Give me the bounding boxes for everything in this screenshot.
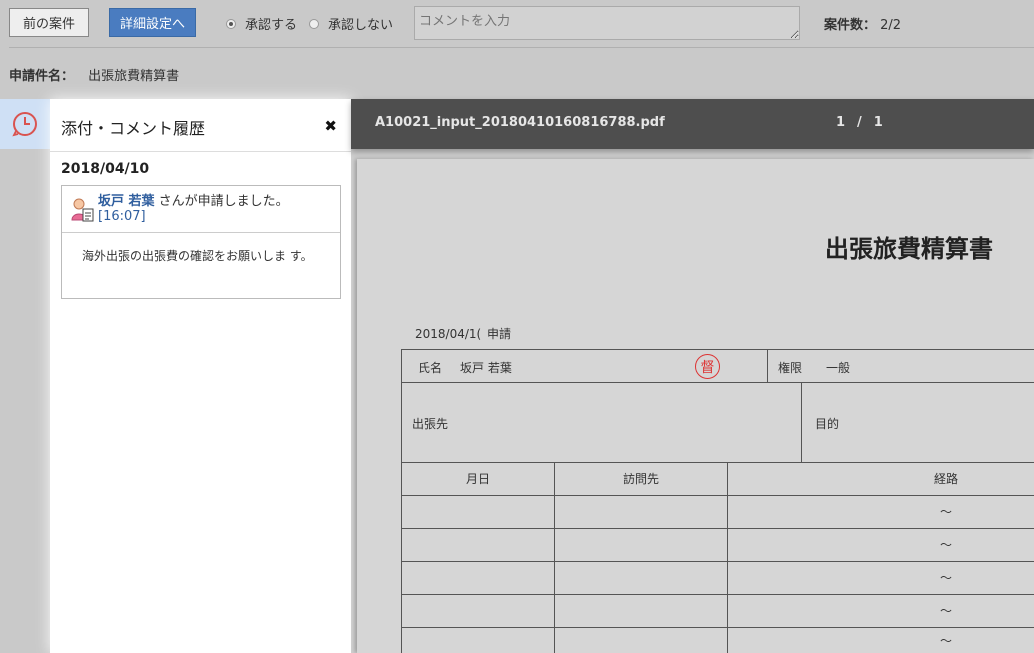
history-entry-time: [16:07] (98, 209, 146, 224)
document-date-value: 2018/04/1( (415, 327, 482, 341)
table-row (401, 528, 555, 562)
authority-label: 権限 (778, 361, 803, 375)
route-mark: ～ (940, 634, 953, 648)
page-indicator: 1 / 1 (830, 115, 889, 130)
history-date: 2018/04/10 (61, 161, 150, 177)
top-toolbar: 前の案件 詳細設定へ 承認する 承認しない 案件数： 2/2 (0, 0, 1034, 48)
page-current: 1 (836, 115, 846, 130)
purpose-cell: 目的 (801, 382, 1034, 463)
pdf-page: 出張旅費精算書 2018/04/1( 申請 氏名 坂戸 若葉 督 権限 一般 出… (357, 159, 1034, 653)
col-header-route: 経路 (727, 462, 1034, 496)
history-entry-user: 坂戸 若葉 さんが申請しました。 (98, 190, 289, 209)
document-date-suffix: 申請 (487, 327, 512, 341)
pdf-viewer: A10021_input_20180410160816788.pdf 1 / 1 出… (351, 99, 1034, 653)
table-row (401, 561, 555, 595)
history-panel: 添付・コメント履歴 ✖ 2018/04/10 坂戸 若葉 さんが申請しました。 … (50, 99, 351, 653)
history-panel-header: 添付・コメント履歴 ✖ (50, 99, 351, 152)
destination-label: 出張先 (412, 417, 449, 431)
pdf-viewer-toolbar: A10021_input_20180410160816788.pdf 1 / 1 (351, 99, 1034, 149)
table-row (554, 561, 728, 595)
route-mark: ～ (940, 571, 953, 585)
previous-case-button[interactable]: 前の案件 (9, 8, 89, 37)
col-header-route-label: 経路 (934, 472, 959, 486)
table-row (554, 495, 728, 529)
expense-form-table: 氏名 坂戸 若葉 督 権限 一般 出張先 目的 月日 訪問先 経路 ～ ～ ～ … (401, 349, 1034, 653)
reject-radio-label[interactable]: 承認しない (328, 14, 393, 33)
table-row: ～ (727, 495, 1034, 529)
reject-radio[interactable] (309, 18, 320, 29)
route-mark: ～ (940, 604, 953, 618)
table-row (554, 594, 728, 628)
col-header-date: 月日 (401, 462, 555, 496)
document-title: 出張旅費精算書 (825, 234, 993, 263)
route-mark: ～ (940, 505, 953, 519)
pdf-filename: A10021_input_20180410160816788.pdf (375, 115, 665, 130)
document-date: 2018/04/1( 申請 (413, 325, 511, 342)
history-tab[interactable] (0, 99, 50, 149)
table-row: ～ (727, 627, 1034, 653)
close-icon[interactable]: ✖ (324, 117, 337, 135)
application-title: 申請件名： 出張旅費精算書 (9, 65, 179, 84)
applicant-name-link[interactable]: 坂戸 若葉 (98, 194, 155, 209)
user-document-icon (71, 198, 94, 222)
table-row (401, 594, 555, 628)
history-panel-title: 添付・コメント履歴 (61, 119, 206, 138)
application-title-value: 出張旅費精算書 (88, 69, 180, 84)
toolbar-divider (9, 47, 1034, 48)
table-row: ～ (727, 594, 1034, 628)
approval-seal-icon: 督 (695, 354, 720, 379)
col-header-visit: 訪問先 (554, 462, 728, 496)
page-total: 1 (873, 115, 883, 130)
table-row: ～ (727, 528, 1034, 562)
approve-radio[interactable] (226, 18, 236, 29)
page-separator: / (857, 115, 862, 130)
case-count-label: 案件数： (824, 18, 877, 33)
purpose-label: 目的 (815, 417, 840, 431)
history-entry-action: さんが申請しました。 (158, 194, 289, 209)
name-label: 氏名 (418, 361, 443, 375)
name-value: 坂戸 若葉 (460, 361, 512, 375)
table-row (554, 528, 728, 562)
destination-cell: 出張先 (401, 382, 802, 463)
side-rail (0, 99, 50, 653)
comment-input[interactable] (414, 6, 800, 40)
table-row (401, 495, 555, 529)
table-row: ～ (727, 561, 1034, 595)
name-cell: 氏名 坂戸 若葉 督 (401, 349, 768, 383)
approve-radio-label[interactable]: 承認する (245, 14, 297, 33)
authority-cell: 権限 一般 (767, 349, 1034, 383)
approval-radio-group: 承認する 承認しない (226, 14, 405, 33)
table-row (401, 627, 555, 653)
case-count: 案件数： 2/2 (824, 14, 901, 33)
case-count-value: 2/2 (880, 18, 902, 33)
route-mark: ～ (940, 538, 953, 552)
application-title-label: 申請件名： (9, 69, 75, 84)
table-row (554, 627, 728, 653)
history-entry-header: 坂戸 若葉 さんが申請しました。 [16:07] (62, 186, 340, 233)
authority-value: 一般 (826, 361, 851, 375)
history-entry: 坂戸 若葉 さんが申請しました。 [16:07] 海外出張の出張費の確認をお願い… (61, 185, 341, 299)
clock-history-icon (12, 112, 37, 137)
history-entry-comment: 海外出張の出張費の確認をお願いしま す。 (82, 249, 313, 263)
detail-settings-button[interactable]: 詳細設定へ (109, 8, 196, 37)
